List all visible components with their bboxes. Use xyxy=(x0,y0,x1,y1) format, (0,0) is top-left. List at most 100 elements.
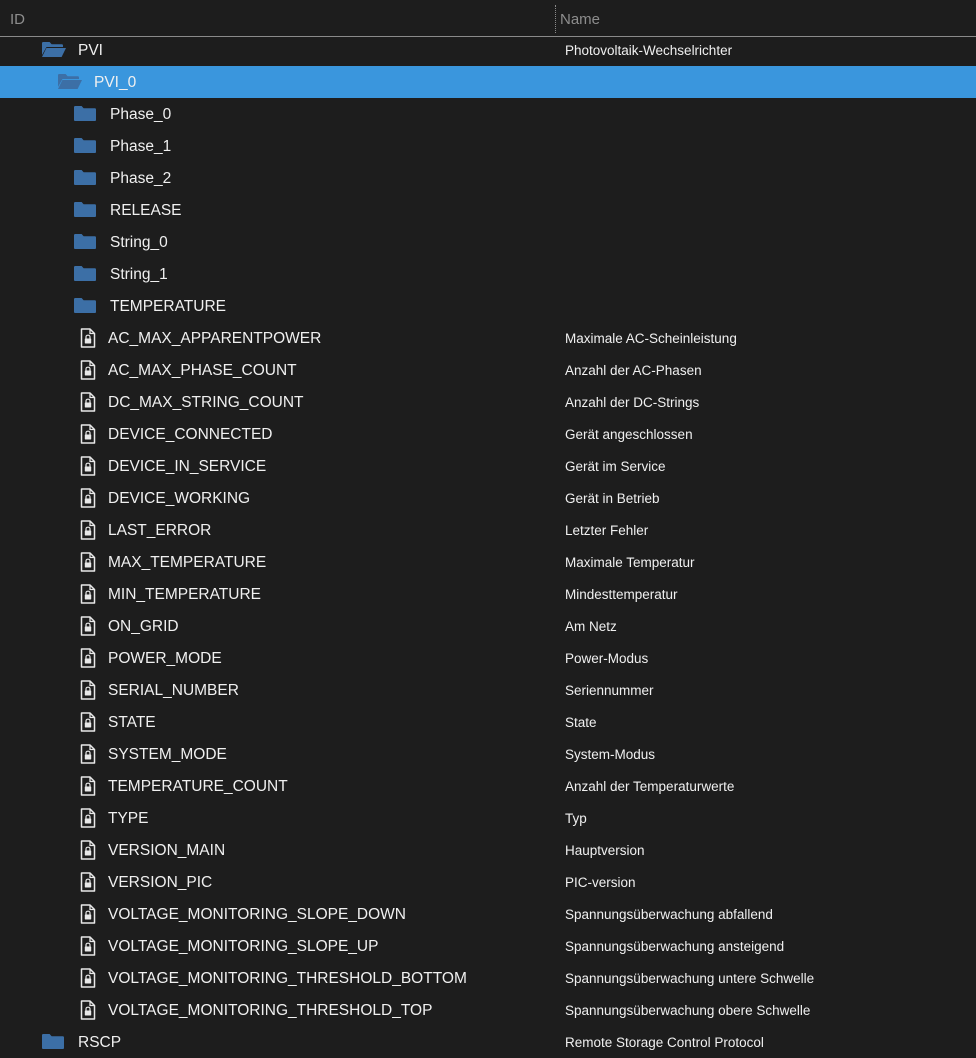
name-column-header[interactable]: Name xyxy=(560,11,600,28)
folder-open-icon[interactable] xyxy=(57,73,83,95)
tree-row-id: TYPE xyxy=(108,810,149,827)
locked-file-icon xyxy=(80,968,96,993)
tree-row-voltage-monitoring-slope-up[interactable]: VOLTAGE_MONITORING_SLOPE_UP Spannungsüber… xyxy=(0,930,976,962)
object-tree: PVI Photovoltaik-Wechselrichter PVI_0 Phase… xyxy=(0,34,976,1058)
tree-row-name: Seriennummer xyxy=(565,683,654,698)
tree-row-id: VOLTAGE_MONITORING_THRESHOLD_TOP xyxy=(108,1002,433,1019)
tree-row-id: DEVICE_CONNECTED xyxy=(108,426,273,443)
tree-row-pvi[interactable]: PVI Photovoltaik-Wechselrichter xyxy=(0,34,976,66)
tree-row-on-grid[interactable]: ON_GRID Am Netz xyxy=(0,610,976,642)
tree-row-pvi-0[interactable]: PVI_0 xyxy=(0,66,976,98)
tree-row-id: ON_GRID xyxy=(108,618,179,635)
tree-row-type[interactable]: TYPE Typ xyxy=(0,802,976,834)
tree-row-id: AC_MAX_PHASE_COUNT xyxy=(108,362,297,379)
tree-row-temperature[interactable]: TEMPERATURE xyxy=(0,290,976,322)
tree-row-id: DEVICE_IN_SERVICE xyxy=(108,458,267,475)
tree-row-ac-max-phase-count[interactable]: AC_MAX_PHASE_COUNT Anzahl der AC-Phasen xyxy=(0,354,976,386)
tree-row-phase-2[interactable]: Phase_2 xyxy=(0,162,976,194)
tree-row-name: Spannungsüberwachung untere Schwelle xyxy=(565,971,815,986)
tree-row-rscp[interactable]: RSCP Remote Storage Control Protocol xyxy=(0,1026,976,1058)
locked-file-icon xyxy=(80,712,96,737)
tree-row-device-connected[interactable]: DEVICE_CONNECTED Gerät angeschlossen xyxy=(0,418,976,450)
locked-file-icon xyxy=(80,488,96,513)
tree-row-ac-max-apparentpower[interactable]: AC_MAX_APPARENTPOWER Maximale AC-Scheinle… xyxy=(0,322,976,354)
tree-row-name: System-Modus xyxy=(565,747,656,762)
folder-icon[interactable] xyxy=(73,105,97,127)
tree-row-device-in-service[interactable]: DEVICE_IN_SERVICE Gerät im Service xyxy=(0,450,976,482)
tree-row-id: PVI xyxy=(78,42,103,59)
tree-row-id: VOLTAGE_MONITORING_THRESHOLD_BOTTOM xyxy=(108,970,467,987)
tree-row-min-temperature[interactable]: MIN_TEMPERATURE Mindesttemperatur xyxy=(0,578,976,610)
folder-icon[interactable] xyxy=(73,137,97,159)
tree-row-id: String_1 xyxy=(110,266,168,283)
tree-row-voltage-monitoring-slope-down[interactable]: VOLTAGE_MONITORING_SLOPE_DOWN Spannungsüb… xyxy=(0,898,976,930)
locked-file-icon xyxy=(80,328,96,353)
tree-row-name: Gerät im Service xyxy=(565,459,666,474)
tree-row-phase-1[interactable]: Phase_1 xyxy=(0,130,976,162)
folder-icon[interactable] xyxy=(41,1033,65,1055)
tree-row-id: MIN_TEMPERATURE xyxy=(108,586,262,603)
locked-file-icon xyxy=(80,936,96,961)
locked-file-icon xyxy=(80,744,96,769)
tree-row-id: String_0 xyxy=(110,234,168,251)
tree-row-version-pic[interactable]: VERSION_PIC PIC-version xyxy=(0,866,976,898)
tree-row-id: VOLTAGE_MONITORING_SLOPE_DOWN xyxy=(108,906,407,923)
tree-row-voltage-monitoring-threshold-top[interactable]: VOLTAGE_MONITORING_THRESHOLD_TOP Spannung… xyxy=(0,994,976,1026)
tree-row-id: DC_MAX_STRING_COUNT xyxy=(108,394,304,411)
tree-row-name: Anzahl der Temperaturwerte xyxy=(565,779,735,794)
locked-file-icon xyxy=(80,776,96,801)
tree-row-name: Anzahl der DC-Strings xyxy=(565,395,700,410)
folder-icon[interactable] xyxy=(73,233,97,255)
tree-row-name: Am Netz xyxy=(565,619,617,634)
tree-row-name: Power-Modus xyxy=(565,651,649,666)
tree-row-dc-max-string-count[interactable]: DC_MAX_STRING_COUNT Anzahl der DC-Strings xyxy=(0,386,976,418)
locked-file-icon xyxy=(80,872,96,897)
folder-icon[interactable] xyxy=(73,265,97,287)
id-column-header[interactable]: ID xyxy=(10,11,25,28)
locked-file-icon xyxy=(80,616,96,641)
column-header: ID Name xyxy=(0,0,976,37)
folder-icon[interactable] xyxy=(73,201,97,223)
locked-file-icon xyxy=(80,648,96,673)
tree-row-id: DEVICE_WORKING xyxy=(108,490,251,507)
tree-row-id: TEMPERATURE xyxy=(110,298,226,315)
tree-row-voltage-monitoring-threshold-bottom[interactable]: VOLTAGE_MONITORING_THRESHOLD_BOTTOM Spann… xyxy=(0,962,976,994)
locked-file-icon xyxy=(80,392,96,417)
tree-row-id: SYSTEM_MODE xyxy=(108,746,227,763)
tree-row-power-mode[interactable]: POWER_MODE Power-Modus xyxy=(0,642,976,674)
tree-row-name: Spannungsüberwachung obere Schwelle xyxy=(565,1003,811,1018)
tree-row-name: Mindesttemperatur xyxy=(565,587,678,602)
tree-row-id: MAX_TEMPERATURE xyxy=(108,554,267,571)
tree-row-string-0[interactable]: String_0 xyxy=(0,226,976,258)
tree-row-max-temperature[interactable]: MAX_TEMPERATURE Maximale Temperatur xyxy=(0,546,976,578)
tree-row-release[interactable]: RELEASE xyxy=(0,194,976,226)
tree-row-device-working[interactable]: DEVICE_WORKING Gerät in Betrieb xyxy=(0,482,976,514)
tree-row-state[interactable]: STATE State xyxy=(0,706,976,738)
tree-row-last-error[interactable]: LAST_ERROR Letzter Fehler xyxy=(0,514,976,546)
tree-row-string-1[interactable]: String_1 xyxy=(0,258,976,290)
tree-row-system-mode[interactable]: SYSTEM_MODE System-Modus xyxy=(0,738,976,770)
tree-row-name: PIC-version xyxy=(565,875,636,890)
tree-row-phase-0[interactable]: Phase_0 xyxy=(0,98,976,130)
locked-file-icon xyxy=(80,360,96,385)
tree-row-temperature-count[interactable]: TEMPERATURE_COUNT Anzahl der Temperaturwe… xyxy=(0,770,976,802)
locked-file-icon xyxy=(80,840,96,865)
column-resize-handle[interactable] xyxy=(555,5,556,33)
tree-row-id: Phase_1 xyxy=(110,138,172,155)
folder-open-icon[interactable] xyxy=(41,41,67,63)
tree-row-id: VOLTAGE_MONITORING_SLOPE_UP xyxy=(108,938,379,955)
locked-file-icon xyxy=(80,680,96,705)
tree-row-id: RSCP xyxy=(78,1034,122,1051)
tree-row-serial-number[interactable]: SERIAL_NUMBER Seriennummer xyxy=(0,674,976,706)
tree-row-name: Remote Storage Control Protocol xyxy=(565,1035,764,1050)
locked-file-icon xyxy=(80,552,96,577)
tree-row-id: PVI_0 xyxy=(94,74,137,91)
folder-icon[interactable] xyxy=(73,169,97,191)
locked-file-icon xyxy=(80,808,96,833)
tree-row-version-main[interactable]: VERSION_MAIN Hauptversion xyxy=(0,834,976,866)
tree-row-id: TEMPERATURE_COUNT xyxy=(108,778,288,795)
locked-file-icon xyxy=(80,456,96,481)
folder-icon[interactable] xyxy=(73,297,97,319)
tree-row-name: Maximale AC-Scheinleistung xyxy=(565,331,737,346)
tree-row-id: RELEASE xyxy=(110,202,182,219)
